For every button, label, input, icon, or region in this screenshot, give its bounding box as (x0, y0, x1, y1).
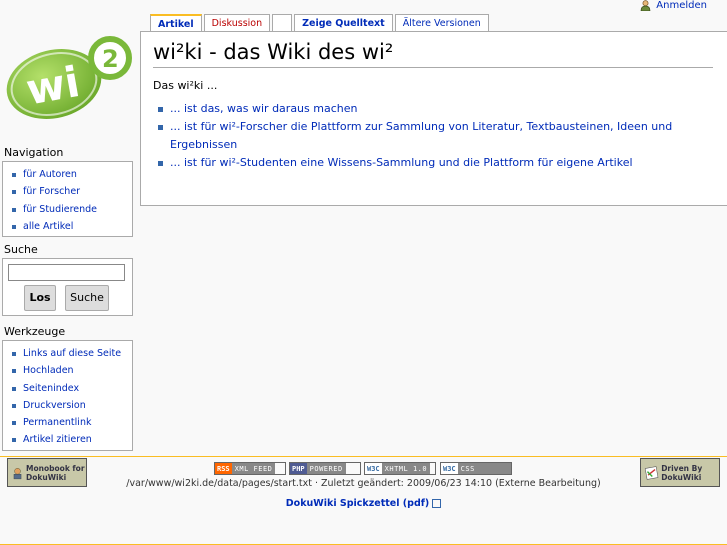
rss-badge[interactable]: RSS XML FEED (214, 462, 286, 475)
nav-item-students[interactable]: für Studierende (23, 204, 97, 215)
tool-print[interactable]: Druckversion (23, 400, 86, 411)
php-badge[interactable]: PHP POWERED (289, 462, 361, 475)
tool-cite[interactable]: Artikel zitieren (23, 434, 92, 445)
search-title: Suche (4, 243, 38, 256)
rss-badge-right: XML FEED (231, 463, 276, 474)
tool-item: Artikel zitieren (11, 431, 132, 448)
list-item: ... ist für wi²-Studenten eine Wissens-S… (158, 154, 678, 172)
search-box: Los Suche (2, 258, 133, 316)
nav-item-researchers[interactable]: für Forscher (23, 186, 80, 197)
page-tabs: Artikel Diskussion Zeige Quelltext Älter… (150, 14, 489, 32)
logo-text: wi (22, 57, 83, 114)
tool-item: Druckversion (11, 397, 132, 414)
user-icon (640, 0, 651, 11)
tab-view-source[interactable]: Zeige Quelltext (294, 14, 393, 31)
tool-upload[interactable]: Hochladen (23, 365, 74, 376)
login-label: Anmelden (656, 0, 707, 11)
tab-history[interactable]: Ältere Versionen (394, 14, 489, 31)
xhtml-badge-left: W3C (365, 463, 382, 474)
list-item: ... ist das, was wir daraus machen (158, 100, 678, 118)
tab-discussion[interactable]: Diskussion (203, 14, 271, 31)
nav-item: alle Artikel (11, 218, 132, 235)
tool-item: Seitenindex (11, 380, 132, 397)
page-title: wi²ki - das Wiki des wi² (153, 40, 713, 68)
css-badge[interactable]: W3C CSS (440, 462, 512, 475)
nav-item: für Forscher (11, 183, 132, 200)
tools-box: Links auf diese Seite Hochladen Seitenin… (2, 340, 133, 451)
navigation-box: für Autoren für Forscher für Studierende… (2, 161, 133, 237)
xhtml-badge-right: XHTML 1.0 (381, 463, 431, 474)
search-button[interactable]: Suche (65, 285, 109, 311)
tab-empty[interactable] (272, 14, 293, 31)
nav-item: für Autoren (11, 166, 132, 183)
tool-permalink[interactable]: Permanentlink (23, 417, 91, 428)
tools-title: Werkzeuge (4, 325, 66, 338)
tool-item: Permanentlink (11, 414, 132, 431)
css-badge-left: W3C (441, 463, 458, 474)
search-input[interactable] (8, 264, 125, 281)
logo-superscript: 2 (102, 45, 119, 73)
xhtml-badge[interactable]: W3C XHTML 1.0 (364, 462, 436, 475)
css-badge-right: CSS (457, 463, 511, 474)
tool-index[interactable]: Seitenindex (23, 383, 79, 394)
nav-item-all-articles[interactable]: alle Artikel (23, 221, 73, 232)
cheatsheet-label: DokuWiki Spickzettel (pdf) (285, 498, 430, 509)
site-logo[interactable]: wi 2 (4, 34, 132, 126)
tab-article[interactable]: Artikel (150, 14, 202, 32)
navigation-title: Navigation (4, 146, 64, 159)
php-badge-right: POWERED (306, 463, 346, 474)
nav-item: für Studierende (11, 201, 132, 218)
go-button[interactable]: Los (24, 285, 56, 311)
footer-divider (0, 456, 727, 457)
tool-item: Hochladen (11, 362, 132, 379)
content-area: wi²ki - das Wiki des wi² Das wi²ki ... .… (140, 31, 727, 206)
content-list: ... ist das, was wir daraus machen ... i… (158, 100, 678, 172)
php-badge-left: PHP (290, 463, 307, 474)
cheatsheet-link[interactable]: DokuWiki Spickzettel (pdf) (0, 498, 727, 509)
external-link-icon (432, 499, 442, 508)
page-intro: Das wi²ki ... (153, 79, 218, 92)
login-link[interactable]: Anmelden (640, 0, 707, 11)
list-item-link[interactable]: ... ist für wi²-Forscher die Plattform z… (170, 120, 672, 151)
nav-item-authors[interactable]: für Autoren (23, 169, 77, 180)
list-item-link[interactable]: ... ist für wi²-Studenten eine Wissens-S… (170, 156, 633, 169)
list-item: ... ist für wi²-Forscher die Plattform z… (158, 118, 678, 154)
tool-backlinks[interactable]: Links auf diese Seite (23, 348, 121, 359)
footer-path-text: /var/www/wi2ki.de/data/pages/start.txt ·… (126, 478, 601, 489)
list-item-link[interactable]: ... ist das, was wir daraus machen (170, 102, 357, 115)
rss-badge-left: RSS (215, 463, 232, 474)
tool-item: Links auf diese Seite (11, 345, 132, 362)
